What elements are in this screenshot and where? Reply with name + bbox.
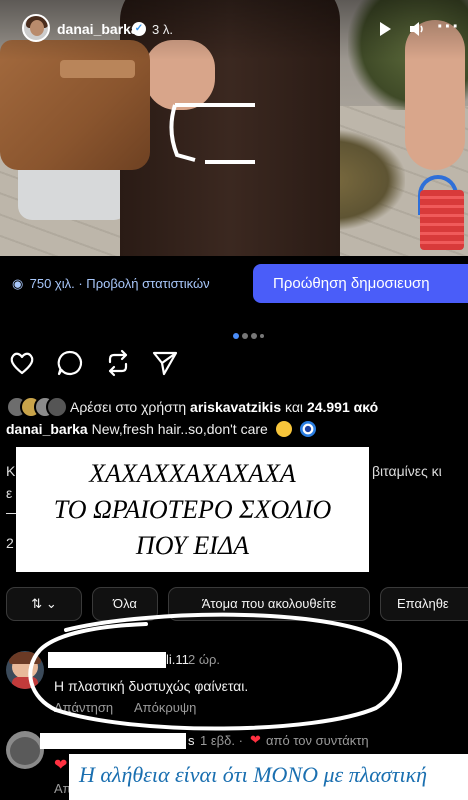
- caption-partial-left-2: ε: [6, 485, 13, 501]
- carousel-dot: [260, 334, 264, 338]
- photo-sunglasses: [169, 103, 255, 164]
- carousel-dot: [251, 333, 257, 339]
- overlay-line-2: ΤΟ ΩΡΑΙΟΤΕΡΟ ΣΧΟΛΙΟ: [53, 495, 332, 524]
- likes-count[interactable]: 24.991 ακό: [307, 399, 378, 415]
- share-icon[interactable]: [151, 349, 179, 377]
- volume-icon[interactable]: [408, 20, 426, 38]
- overlay-line-3: ΠΟΥ ΕΙΔΑ: [135, 531, 250, 560]
- likes-middle: και: [285, 399, 304, 415]
- heart-icon[interactable]: [8, 349, 36, 377]
- likes-text: Αρέσει στο χρήστη ariskavatzikis και 24.…: [70, 399, 378, 415]
- caption-text: New,fresh hair..so,don't care: [91, 421, 268, 437]
- carousel-indicator: [233, 326, 267, 344]
- author-username[interactable]: danai_barka: [57, 21, 139, 37]
- highlight-ellipse: [28, 612, 402, 731]
- carousel-dot-active: [233, 333, 239, 339]
- comment-icon[interactable]: [56, 349, 84, 377]
- heart-small-icon: ❤: [250, 732, 261, 747]
- carousel-dot: [242, 333, 248, 339]
- photo-bag-buckle: [60, 60, 135, 78]
- repost-icon[interactable]: [104, 349, 132, 377]
- verified-check-icon: ✓: [132, 22, 146, 36]
- liker-username[interactable]: ariskavatzikis: [190, 399, 281, 415]
- chevron-down-icon: ⌄: [45, 596, 57, 611]
- overlay-text-card: ΧΑΧΑΧΧΑΧΑΧΑΧΑ ΤΟ ΩΡΑΙΟΤΕΡΟ ΣΧΟΛΙΟ ΠΟΥ ΕΙ…: [16, 447, 369, 572]
- overlay2-text: Η αλήθεια είναι ότι ΜΟΝΟ με πλαστική: [79, 762, 428, 787]
- comment-handle-tail-2[interactable]: s: [188, 733, 195, 748]
- caption-username[interactable]: danai_barka: [6, 421, 88, 437]
- play-icon[interactable]: [380, 22, 391, 36]
- view-insights-link[interactable]: ◉ 750 χιλ. · Προβολή στατιστικών: [12, 276, 210, 292]
- post-caption: danai_barka New,fresh hair..so,don't car…: [6, 421, 316, 437]
- post-time: 3 λ.: [152, 22, 173, 37]
- liker-avatars: [6, 396, 68, 418]
- redacted-username-2: [40, 733, 186, 749]
- caption-partial-left-1: Κ: [6, 463, 16, 479]
- promote-post-button[interactable]: Προώθηση δημοσιευση: [253, 264, 468, 303]
- more-options-icon[interactable]: ···: [437, 16, 460, 39]
- post-photo[interactable]: danai_barka ✓ 3 λ. ···: [0, 0, 468, 256]
- overlay-text-card-2: Η αλήθεια είναι ότι ΜΟΝΟ με πλαστική: [69, 754, 468, 800]
- commenter-avatar-2[interactable]: [6, 731, 44, 769]
- likes-row[interactable]: Αρέσει στο χρήστη ariskavatzikis και 24.…: [6, 396, 468, 418]
- caption-partial-right-1: βιταμίνες κι: [372, 463, 442, 479]
- likes-prefix: Αρέσει στο χρήστη: [70, 399, 187, 415]
- views-label: 750 χιλ. · Προβολή στατιστικών: [29, 276, 210, 291]
- photo-basket: [420, 190, 464, 250]
- kiss-emoji-icon: [275, 421, 292, 437]
- sort-arrows-icon: ⇅: [31, 596, 43, 611]
- liked-by-author: από τον συντάκτη: [266, 733, 369, 748]
- comments-count-partial: 2: [6, 535, 14, 551]
- author-avatar[interactable]: [22, 14, 50, 42]
- heart-emoji-icon: ❤: [54, 757, 68, 774]
- eye-icon: ◉: [12, 276, 24, 291]
- comment-time-2: 1 εβδ. ·: [200, 733, 243, 748]
- nazar-emoji-icon: [299, 421, 316, 437]
- overlay-line-1: ΧΑΧΑΧΧΑΧΑΧΑΧΑ: [89, 459, 296, 488]
